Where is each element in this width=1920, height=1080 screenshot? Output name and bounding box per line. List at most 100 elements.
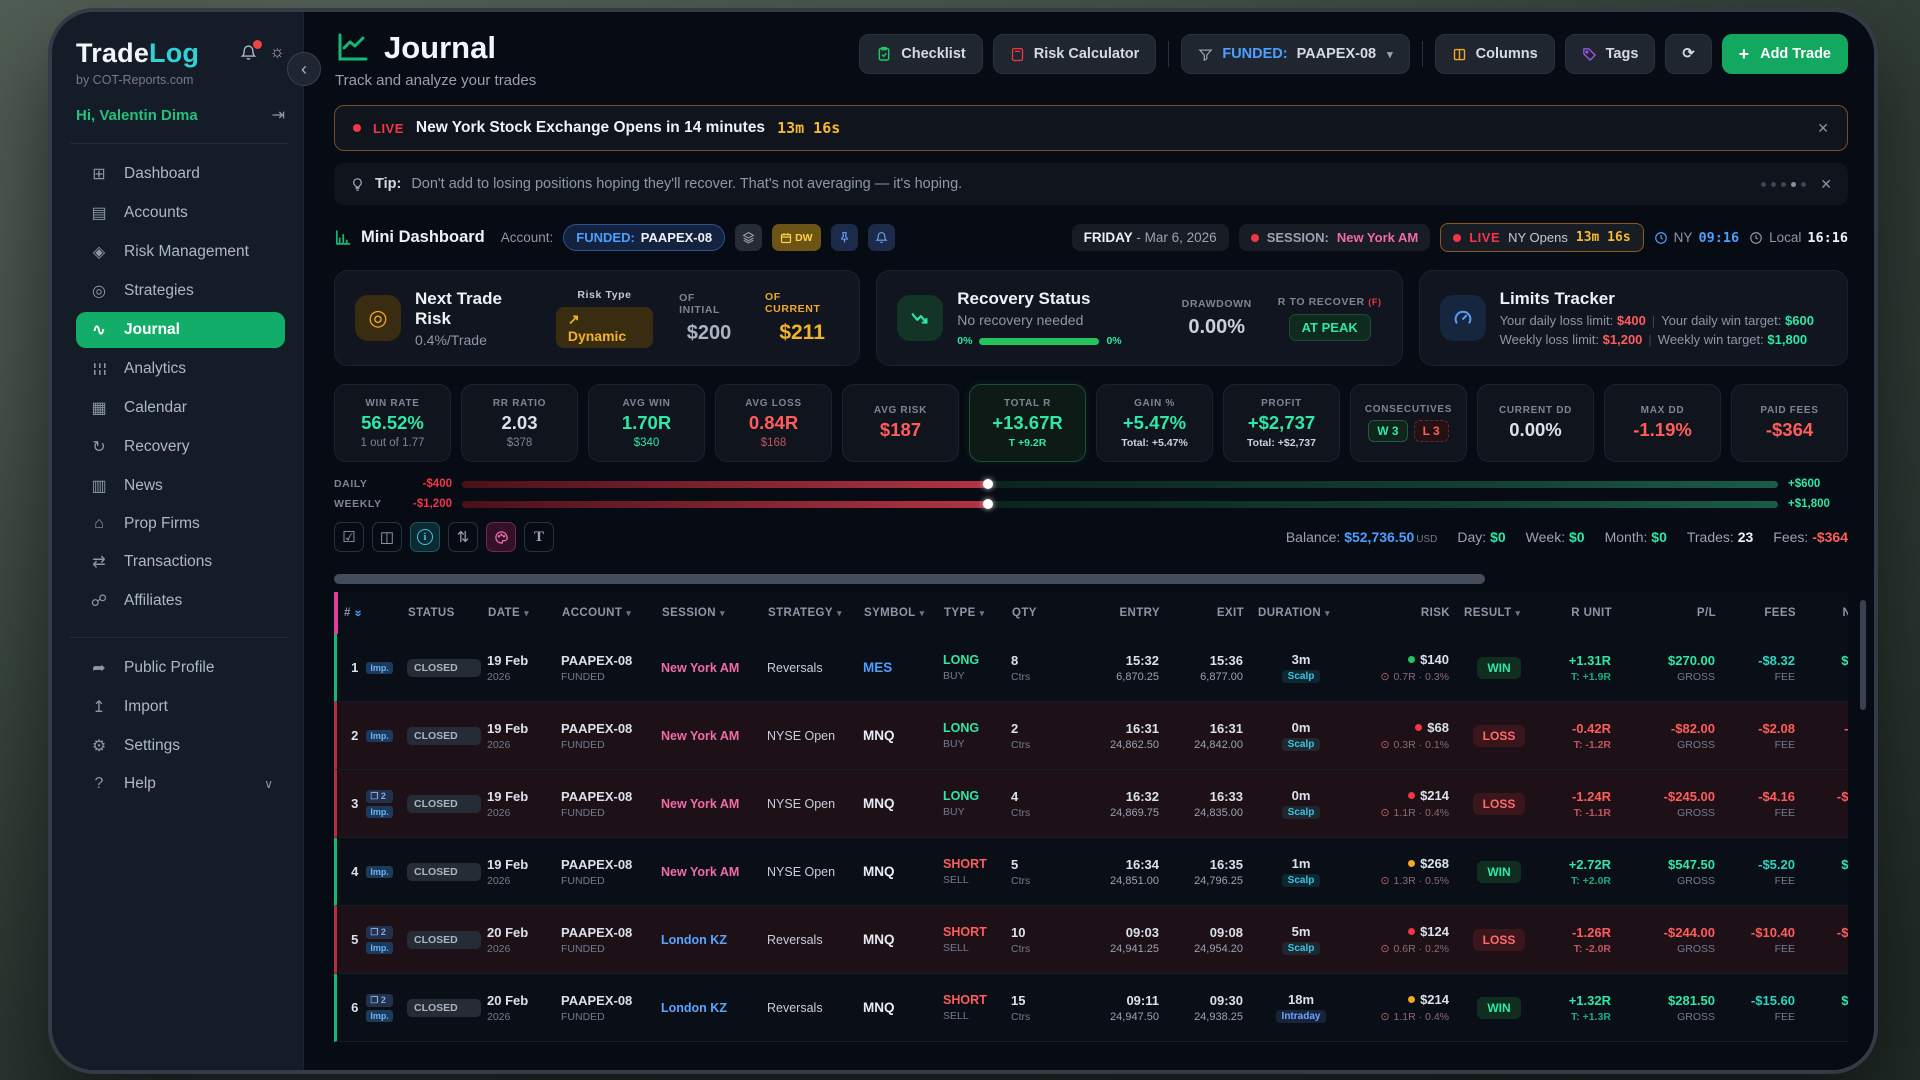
tip-pagination-dots[interactable] <box>1761 182 1806 187</box>
close-icon[interactable]: ✕ <box>1817 120 1829 137</box>
columns-button[interactable]: Columns <box>1435 34 1555 74</box>
col-session[interactable]: SESSION▾ <box>656 607 762 619</box>
theme-toggle-sun-icon[interactable]: ☼ <box>269 42 285 62</box>
stat-paid-fees: PAID FEES-$364 <box>1731 384 1848 462</box>
table-row[interactable]: 6 ❐ 2 Imp. CLOSED 20 Feb2026 PAAPEX-08FU… <box>334 974 1848 1042</box>
nav-item-label: News <box>124 477 163 495</box>
col-strategy[interactable]: STRATEGY▾ <box>762 607 858 619</box>
trade-type: LONG <box>943 653 1005 667</box>
calendar-dw-button[interactable]: DW <box>772 224 821 251</box>
multi-trade-badge: ❐ 2 <box>366 790 393 803</box>
color-palette-button[interactable] <box>486 522 516 552</box>
result-badge: LOSS <box>1473 793 1526 815</box>
col-exit[interactable]: EXIT <box>1168 607 1252 619</box>
sidebar-collapse-button[interactable]: ‹ <box>287 52 321 86</box>
col-duration[interactable]: DURATION▾ <box>1252 607 1346 619</box>
trade-fees: -$8.32 <box>1758 653 1795 668</box>
journal-chart-icon <box>334 30 370 66</box>
pin-button[interactable] <box>831 224 858 251</box>
pin-icon <box>838 231 851 244</box>
vertical-scrollbar[interactable] <box>1860 600 1866 710</box>
sidebar-item[interactable]: ∿ Journal <box>76 312 285 348</box>
gross-pl: $547.50 <box>1668 857 1715 872</box>
col-date[interactable]: DATE▾ <box>482 607 556 619</box>
sidebar-item[interactable]: ↥ Import <box>76 689 285 725</box>
risk-type-badge[interactable]: ↗ Dynamic <box>556 307 653 348</box>
logout-icon[interactable]: ⇥ <box>272 105 285 125</box>
weekly-bar-track[interactable] <box>462 501 1778 508</box>
entry-price: 24,941.25 <box>1110 943 1159 955</box>
text-size-button[interactable]: T <box>524 522 554 552</box>
sidebar-item[interactable]: ⇄ Transactions <box>76 544 285 580</box>
consecutive-wins-badge: W 3 <box>1368 420 1407 442</box>
sidebar-item[interactable]: ▦ Calendar <box>76 390 285 426</box>
table-row[interactable]: 3 ❐ 2 Imp. CLOSED 19 Feb2026 PAAPEX-08FU… <box>334 770 1848 838</box>
chevron-down-icon: ∨ <box>264 777 273 791</box>
col-qty[interactable]: QTY <box>1006 607 1064 619</box>
divider <box>1168 41 1169 67</box>
horizontal-scrollbar[interactable] <box>334 574 1485 584</box>
multi-trade-badge: ❐ 2 <box>366 994 393 1007</box>
row-number: 4 <box>351 864 358 879</box>
recovery-zigzag-icon <box>897 295 943 341</box>
sidebar-item[interactable]: ➦ Public Profile <box>76 650 285 686</box>
sort-button[interactable]: ⇅ <box>448 522 478 552</box>
r-unit: -1.24R <box>1572 789 1611 804</box>
layers-button[interactable] <box>735 224 762 251</box>
daily-bar-thumb[interactable] <box>983 479 993 489</box>
checklist-button[interactable]: Checklist <box>859 34 982 74</box>
col-number[interactable]: # » <box>338 606 402 621</box>
exit-price: 24,842.00 <box>1194 739 1243 751</box>
sidebar-item[interactable]: ⊞ Dashboard <box>76 156 285 192</box>
table-row[interactable]: 4 Imp. CLOSED 19 Feb2026 PAAPEX-08FUNDED… <box>334 838 1848 906</box>
refresh-button[interactable]: ⟳ <box>1665 34 1711 74</box>
tags-button[interactable]: Tags <box>1565 34 1656 74</box>
sidebar-item[interactable]: ☍ Affiliates <box>76 583 285 619</box>
col-symbol[interactable]: SYMBOL▾ <box>858 607 938 619</box>
risk-calculator-button[interactable]: Risk Calculator <box>993 34 1157 74</box>
notifications-bell-icon[interactable] <box>240 44 257 61</box>
select-rows-button[interactable]: ☑ <box>334 522 364 552</box>
nav-item-icon: ▤ <box>88 203 110 223</box>
result-badge: WIN <box>1477 997 1520 1019</box>
table-row[interactable]: 2 Imp. CLOSED 19 Feb2026 PAAPEX-08FUNDED… <box>334 702 1848 770</box>
notification-dot <box>253 40 262 49</box>
col-pl[interactable]: P/L <box>1620 607 1724 619</box>
sidebar-item[interactable]: ? Help ∨ <box>76 767 285 801</box>
daily-bar-track[interactable] <box>462 481 1778 488</box>
col-risk[interactable]: RISK <box>1346 607 1458 619</box>
trade-fees: -$4.16 <box>1758 789 1795 804</box>
sidebar-item[interactable]: ⌂ Prop Firms <box>76 507 285 541</box>
sidebar-item[interactable]: ▤ Accounts <box>76 195 285 231</box>
alerts-bell-button[interactable] <box>868 224 895 251</box>
col-type[interactable]: TYPE▾ <box>938 607 1006 619</box>
status-badge: CLOSED <box>407 931 481 949</box>
col-entry[interactable]: ENTRY <box>1064 607 1168 619</box>
table-row[interactable]: 5 ❐ 2 Imp. CLOSED 20 Feb2026 PAAPEX-08FU… <box>334 906 1848 974</box>
duration-tag: Scalp <box>1282 874 1321 887</box>
col-fees[interactable]: FEES <box>1724 607 1804 619</box>
col-account[interactable]: ACCOUNT▾ <box>556 607 656 619</box>
table-row[interactable]: 1 Imp. CLOSED 19 Feb2026 PAAPEX-08FUNDED… <box>334 634 1848 702</box>
sidebar-item[interactable]: ▥ News <box>76 468 285 504</box>
sidebar-item[interactable]: ↻ Recovery <box>76 429 285 465</box>
col-result[interactable]: RESULT▾ <box>1458 607 1536 619</box>
close-icon[interactable]: ✕ <box>1820 176 1832 193</box>
divider <box>1422 41 1423 67</box>
col-net-pl[interactable]: NET P/ <box>1804 607 1848 619</box>
page-subtitle: Track and analyze your trades <box>335 72 536 89</box>
col-status[interactable]: STATUS <box>402 607 482 619</box>
sidebar-item[interactable]: ◎ Strategies <box>76 273 285 309</box>
account-pill[interactable]: FUNDED: PAAPEX-08 <box>563 224 725 251</box>
add-trade-button[interactable]: + Add Trade <box>1722 34 1848 74</box>
double-chevron-icon[interactable]: » <box>351 609 366 617</box>
layout-view-button[interactable]: ◫ <box>372 522 402 552</box>
weekly-bar-thumb[interactable] <box>983 499 993 509</box>
exit-price: 6,877.00 <box>1200 671 1243 683</box>
account-filter-dropdown[interactable]: FUNDED: PAAPEX-08 ▾ <box>1181 34 1409 74</box>
sidebar-item[interactable]: ⚙ Settings <box>76 728 285 764</box>
sidebar-item[interactable]: ◈ Risk Management <box>76 234 285 270</box>
col-r-unit[interactable]: R UNIT <box>1536 607 1620 619</box>
sidebar-item[interactable]: ☷ Analytics <box>76 351 285 387</box>
info-toggle-button[interactable]: i <box>410 522 440 552</box>
